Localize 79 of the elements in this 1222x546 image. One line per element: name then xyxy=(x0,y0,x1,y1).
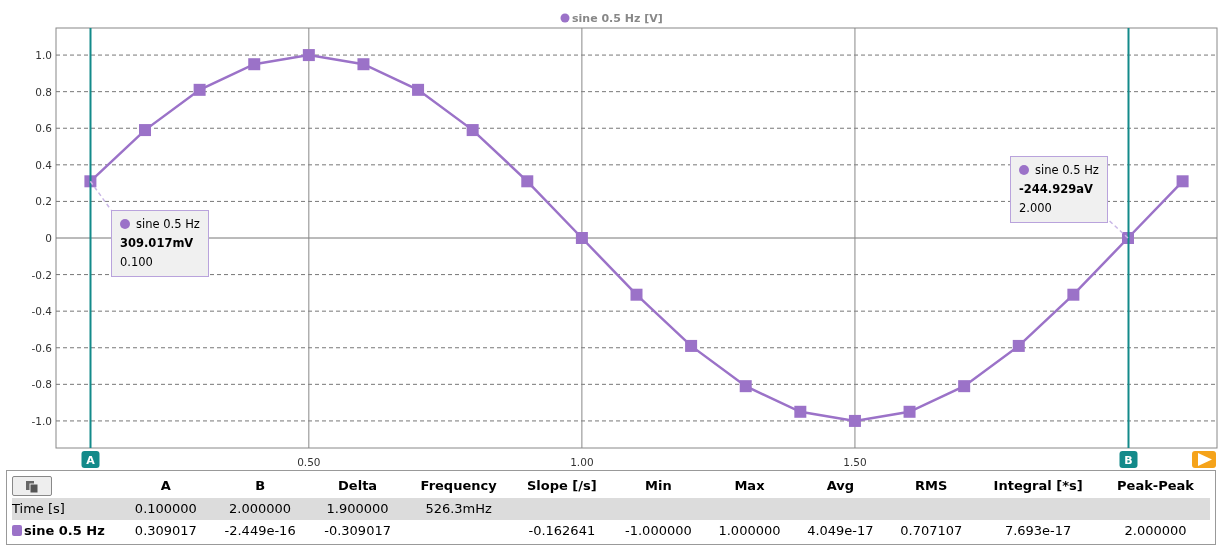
tooltip-value: 309.017mV xyxy=(120,235,195,252)
table-cell: 526.3mHz xyxy=(425,501,492,517)
data-point xyxy=(521,175,534,188)
column-header: Avg xyxy=(826,478,855,494)
y-tick-label: 0.8 xyxy=(35,85,52,98)
y-tick-label: -0.8 xyxy=(31,378,52,391)
ref-line-label: B xyxy=(1124,454,1133,467)
data-point xyxy=(685,339,698,352)
y-tick-label: 0.4 xyxy=(35,158,52,171)
table-cell: 1.000000 xyxy=(718,523,781,539)
table-cell: 7.693e-17 xyxy=(1004,523,1072,539)
column-header: RMS xyxy=(915,478,948,494)
x-tick-label: 1.00 xyxy=(570,456,594,468)
y-tick-label: -0.6 xyxy=(31,341,52,354)
table-cell: 2.000000 xyxy=(1124,523,1187,539)
data-point xyxy=(1067,288,1080,301)
table-cell: 0.309017 xyxy=(134,523,197,539)
x-tick-label: 0.50 xyxy=(297,456,321,468)
column-header: Integral [*s] xyxy=(993,478,1083,494)
y-tick-label: 0.2 xyxy=(35,195,52,208)
copy-button[interactable] xyxy=(12,476,52,496)
tooltip-time: 2.000 xyxy=(1019,200,1053,217)
column-header: Max xyxy=(734,478,765,494)
y-tick-label: -1.0 xyxy=(31,414,52,427)
column-header: Min xyxy=(645,478,672,494)
data-point xyxy=(903,405,916,418)
table-cell: 1.900000 xyxy=(326,501,389,517)
ref-line-label: A xyxy=(86,454,96,467)
data-point xyxy=(794,405,807,418)
tooltip-value: -244.929aV xyxy=(1019,181,1094,198)
column-header: A xyxy=(160,478,171,494)
data-point xyxy=(575,232,588,244)
data-point xyxy=(193,83,206,96)
x-tick-label: 1.50 xyxy=(843,456,867,468)
y-tick-label: -0.2 xyxy=(31,268,52,281)
data-point xyxy=(302,49,315,62)
data-point xyxy=(357,58,370,71)
cursor-handle[interactable]: B xyxy=(1119,451,1138,468)
data-point xyxy=(139,124,151,137)
play-icon[interactable] xyxy=(1192,451,1216,468)
table-cell: -2.449e-16 xyxy=(224,523,296,539)
tooltip-time: 0.100 xyxy=(120,254,154,271)
table-cell: 2.000000 xyxy=(229,501,292,517)
column-header: Delta xyxy=(338,478,378,494)
column-header: Frequency xyxy=(420,478,497,494)
data-point xyxy=(1012,339,1025,352)
row-label: sine 0.5 Hz xyxy=(24,523,105,539)
table-cell: 0.707107 xyxy=(900,523,963,539)
table-cell: 4.049e-17 xyxy=(807,523,874,539)
data-point xyxy=(1176,175,1189,188)
data-point xyxy=(958,380,971,393)
series-name: sine 0.5 Hz xyxy=(136,217,200,231)
column-header: Slope [/s] xyxy=(526,478,597,494)
series-dot xyxy=(120,219,130,229)
table-cell: 0.100000 xyxy=(134,501,197,517)
data-point xyxy=(739,380,752,393)
data-point xyxy=(848,414,861,427)
leader-line xyxy=(89,180,112,211)
series-name: sine 0.5 Hz xyxy=(1035,163,1099,177)
series-dot xyxy=(1019,165,1029,175)
table-cell: -0.309017 xyxy=(324,523,391,539)
cursor-line[interactable] xyxy=(89,27,92,449)
data-point xyxy=(248,58,261,71)
y-tick-label: 0.6 xyxy=(35,122,52,135)
table-cell: -0.162641 xyxy=(528,523,596,539)
y-tick-label: 0 xyxy=(45,232,52,244)
copy-icon xyxy=(25,479,39,493)
y-tick-label: -0.4 xyxy=(31,305,52,318)
data-point xyxy=(466,124,479,137)
data-point xyxy=(630,288,643,301)
row-label: Time [s] xyxy=(12,501,65,517)
column-header: B xyxy=(255,478,266,494)
cursor-handle[interactable]: A xyxy=(81,451,100,468)
legend-item: sine 0.5 Hz [V] xyxy=(560,12,663,25)
column-header: Peak-Peak xyxy=(1117,478,1194,494)
y-tick-label: 1.0 xyxy=(35,49,52,62)
table-cell: -1.000000 xyxy=(625,523,692,539)
data-point xyxy=(412,83,425,96)
cursor-line[interactable] xyxy=(1127,27,1130,449)
